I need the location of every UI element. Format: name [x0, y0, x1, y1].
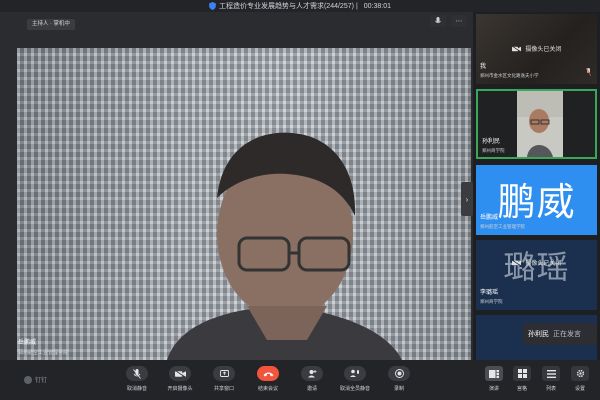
meeting-title: 工程造价专业发展趋势与人才需求(244/257): [218, 3, 354, 10]
camera-off-icon: [174, 369, 186, 378]
gear-icon: [576, 369, 584, 378]
title-bar: 工程造价专业发展趋势与人才需求(244/257) | 00:38:01: [0, 0, 600, 12]
participant-org: 郑州商学院: [482, 148, 505, 153]
camera-off-notice: 摄像头已关闭: [476, 258, 597, 267]
participant-tile-me[interactable]: 摄像头已关闭 我 郑州市金水区文化路逸夫小学: [476, 14, 597, 84]
shield-icon: [209, 2, 216, 10]
hangup-icon: [263, 372, 273, 376]
meeting-timer: 00:38:01: [363, 2, 392, 10]
mic-off-icon: [133, 368, 141, 379]
dingtalk-logo-icon: [24, 375, 32, 384]
speaking-name: 孙利民: [528, 331, 549, 338]
camera-off-icon: [511, 260, 521, 267]
speaker-figure: [167, 132, 402, 360]
mic-muted-icon: [586, 68, 591, 76]
participant-name: 孙利民: [482, 139, 501, 145]
participant-tile-li[interactable]: 璐瑶 摄像头已关闭 李璐瑶 郑州商学院: [476, 240, 597, 310]
start-camera-button[interactable]: 开启摄像头: [162, 366, 198, 398]
participant-org: 郑州商学院: [480, 299, 503, 304]
more-icon: ⋯: [455, 18, 463, 25]
participant-tile-active[interactable]: 孙利民 郑州商学院: [476, 89, 597, 159]
share-screen-icon: [219, 369, 229, 377]
mute-all-icon: [350, 369, 359, 377]
record-icon: [394, 369, 404, 378]
app-logo: 钉钉: [24, 375, 47, 384]
camera-off-icon: [511, 46, 521, 53]
participant-name: 李璐瑶: [480, 290, 499, 296]
collapse-panel-button[interactable]: ›: [461, 182, 473, 216]
bottom-toolbar: 钉钉 取消静音 开启摄像头 共享窗口 结束会议 邀请 取消全员静音 录制 演讲 …: [0, 360, 600, 400]
speaker-video: [17, 48, 471, 360]
participant-video-thumb: [517, 91, 563, 157]
participant-name: 岳鹏威: [480, 215, 499, 221]
mute-all-button[interactable]: 取消全员静音: [337, 366, 373, 398]
participant-org: 郑州航空工业管理学院: [480, 224, 525, 229]
list-view-icon: [546, 369, 556, 378]
record-button[interactable]: 录制: [381, 366, 417, 398]
camera-off-notice: 摄像头已关闭: [476, 44, 597, 53]
invite-icon: [307, 370, 316, 378]
share-window-button[interactable]: 共享窗口: [206, 366, 242, 398]
speaker-org-label: 郑州航空工业管理学院: [18, 350, 69, 356]
participant-name: 我: [480, 64, 487, 70]
mic-indicator[interactable]: [430, 15, 446, 27]
unmute-button[interactable]: 取消静音: [119, 366, 155, 398]
speaker-view-icon: [489, 369, 499, 378]
mic-icon: [435, 17, 441, 24]
participant-tile-speaker[interactable]: 鹏威 岳鹏威 郑州航空工业管理学院: [476, 165, 597, 235]
chevron-right-icon: ›: [465, 194, 469, 204]
more-button[interactable]: ⋯: [451, 15, 467, 27]
participant-panel: 摄像头已关闭 我 郑州市金水区文化路逸夫小学 孙利民 郑州商学院 鹏威 岳鹏威 …: [473, 12, 600, 360]
speaker-name-label: 岳鹏威: [18, 340, 37, 346]
participant-org: 郑州市金水区文化路逸夫小学: [480, 73, 539, 78]
main-stage: 主持人 · 掌机中 ⋯ 岳鹏威 郑州航空工业管理学院 ›: [0, 12, 473, 360]
end-meeting-button[interactable]: 结束会议: [250, 366, 286, 398]
grid-view-icon: [517, 369, 527, 378]
settings-button[interactable]: 设置: [562, 366, 598, 398]
invite-button[interactable]: 邀请: [294, 366, 330, 398]
host-badge: 主持人 · 掌机中: [27, 19, 75, 30]
speaking-status: 正在发言: [553, 331, 581, 338]
speaking-indicator: 孙利民 正在发言: [523, 323, 597, 345]
